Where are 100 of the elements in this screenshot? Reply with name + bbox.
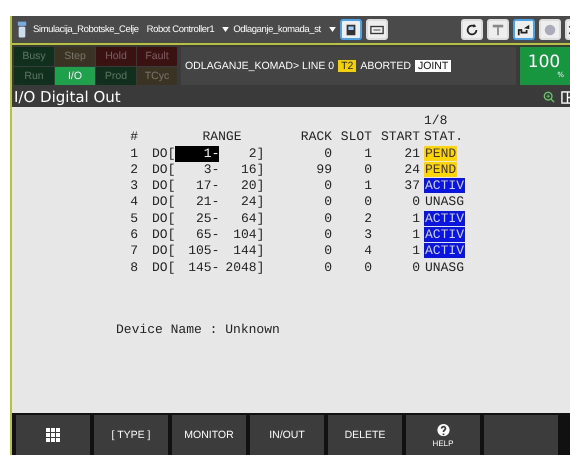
keyboard-button[interactable] <box>366 19 388 40</box>
rack-cell[interactable]: 0 <box>292 146 332 162</box>
slot-cell[interactable]: 0 <box>332 162 372 178</box>
status-lamp: Step <box>55 47 95 66</box>
range-from-cell[interactable]: 3- <box>175 162 220 178</box>
range-prefix: DO[ <box>152 210 176 228</box>
arrow-icon <box>517 22 531 36</box>
function-key[interactable]: IN/OUT <box>250 415 324 455</box>
cell-name: Simulacija_Robotske_Celje <box>33 24 139 35</box>
rack-cell[interactable]: 0 <box>292 260 332 276</box>
status-lamp: Prod <box>96 66 136 85</box>
range-to-cell[interactable]: 2] <box>219 146 264 162</box>
column-header: START <box>380 129 420 146</box>
range-to-cell[interactable]: 24] <box>219 194 264 211</box>
coord-badge: JOINT <box>414 60 452 72</box>
start-cell[interactable]: 0 <box>372 260 420 276</box>
status-cell: ACTIV <box>424 210 466 226</box>
range-to-cell[interactable]: 20] <box>219 178 264 194</box>
device-name-line: Device Name : Unknown <box>116 322 281 337</box>
caret-icon[interactable] <box>222 27 230 32</box>
start-cell[interactable]: 1 <box>372 227 420 244</box>
function-key[interactable]: DELETE <box>328 415 402 455</box>
teach-pendant-button[interactable] <box>340 19 362 40</box>
function-key[interactable]: MONITOR <box>172 415 246 455</box>
start-cell[interactable]: 21 <box>372 146 420 162</box>
pendant-icon <box>344 22 358 36</box>
slot-cell[interactable]: 4 <box>332 243 372 260</box>
row-number: 2 <box>130 162 138 178</box>
column-header: RACK <box>300 129 332 146</box>
status-cell: ACTIV <box>424 227 466 242</box>
slot-cell[interactable]: 3 <box>332 227 372 244</box>
slot-cell[interactable]: 0 <box>332 194 372 211</box>
range-from-cell[interactable]: 145- <box>175 260 220 276</box>
status-lamp: TCyc <box>137 66 177 85</box>
column-header: SLOT <box>340 129 372 146</box>
range-prefix: DO[ <box>152 227 176 244</box>
row-number: 8 <box>130 260 138 276</box>
range-to-cell[interactable]: 16] <box>219 162 264 178</box>
range-prefix: DO[ <box>152 178 176 194</box>
range-to-cell[interactable]: 144] <box>219 243 264 260</box>
rack-cell[interactable]: 0 <box>292 243 332 260</box>
row-number: 3 <box>130 178 138 194</box>
rack-cell[interactable]: 0 <box>292 227 332 244</box>
caret-icon[interactable] <box>328 27 336 32</box>
zoom-icon[interactable] <box>543 91 555 103</box>
range-prefix: DO[ <box>152 146 176 162</box>
slot-cell[interactable]: 2 <box>332 210 372 228</box>
status-cell: UNASG <box>424 260 466 275</box>
screen-title: I/O Digital Out <box>14 88 121 106</box>
start-cell[interactable]: 1 <box>372 243 420 260</box>
status-lamp: Hold <box>96 47 136 66</box>
status-lamp: Fault <box>137 47 177 66</box>
range-prefix: DO[ <box>152 243 176 260</box>
status-cell: PEND <box>424 162 458 177</box>
rack-cell[interactable]: 0 <box>292 210 332 228</box>
row-number: 1 <box>130 146 138 162</box>
range-to-cell[interactable]: 104] <box>219 227 264 244</box>
menu-key[interactable] <box>16 415 90 455</box>
refresh-icon <box>465 22 479 36</box>
rack-cell[interactable]: 99 <box>292 162 332 178</box>
range-from-cell[interactable]: 17- <box>175 178 220 194</box>
mode-badge: T2 <box>338 60 356 72</box>
grid-icon <box>45 427 61 443</box>
slot-cell[interactable]: 1 <box>332 178 372 194</box>
controller-dropdown[interactable]: Robot Controller1 <box>146 24 214 35</box>
start-cell[interactable]: 24 <box>372 162 420 178</box>
range-from-cell[interactable]: 105- <box>175 243 220 260</box>
arrow-button[interactable] <box>513 19 535 40</box>
status-cell: ACTIV <box>424 178 466 194</box>
range-from-cell[interactable]: 21- <box>175 194 220 211</box>
start-cell[interactable]: 0 <box>372 194 420 211</box>
row-number: 7 <box>130 243 138 260</box>
range-to-cell[interactable]: 64] <box>219 210 264 228</box>
status-lamp: Run <box>14 66 54 85</box>
range-from-cell[interactable]: 25- <box>175 210 220 228</box>
status-lamp: I/O <box>55 66 95 85</box>
status-cell: UNASG <box>424 194 466 210</box>
column-header: RANGE <box>201 129 242 146</box>
refresh-button[interactable] <box>461 19 483 40</box>
column-header: STAT. <box>424 129 464 146</box>
range-to-cell[interactable]: 2048] <box>219 260 264 276</box>
status-cell: ACTIV <box>424 243 466 258</box>
range-from-cell[interactable]: 1- <box>175 146 220 162</box>
range-from-cell[interactable]: 65- <box>175 227 220 244</box>
start-cell[interactable]: 1 <box>372 210 420 228</box>
column-header: # <box>130 129 138 146</box>
robot-icon <box>17 20 27 38</box>
rack-cell[interactable]: 0 <box>292 178 332 194</box>
slot-cell[interactable]: 1 <box>332 146 372 162</box>
range-prefix: DO[ <box>152 162 176 178</box>
help-key[interactable]: HELP <box>406 415 480 455</box>
start-cell[interactable]: 37 <box>372 178 420 194</box>
slot-cell[interactable]: 0 <box>332 260 372 276</box>
tool-icon <box>491 22 505 36</box>
function-key[interactable]: [ TYPE ] <box>94 415 168 455</box>
status-cell: PEND <box>424 146 458 161</box>
program-dropdown[interactable]: Odlaganje_komada_st <box>233 24 321 35</box>
rack-cell[interactable]: 0 <box>292 194 332 211</box>
status-lamp: Busy <box>14 47 54 66</box>
range-prefix: DO[ <box>152 260 176 276</box>
